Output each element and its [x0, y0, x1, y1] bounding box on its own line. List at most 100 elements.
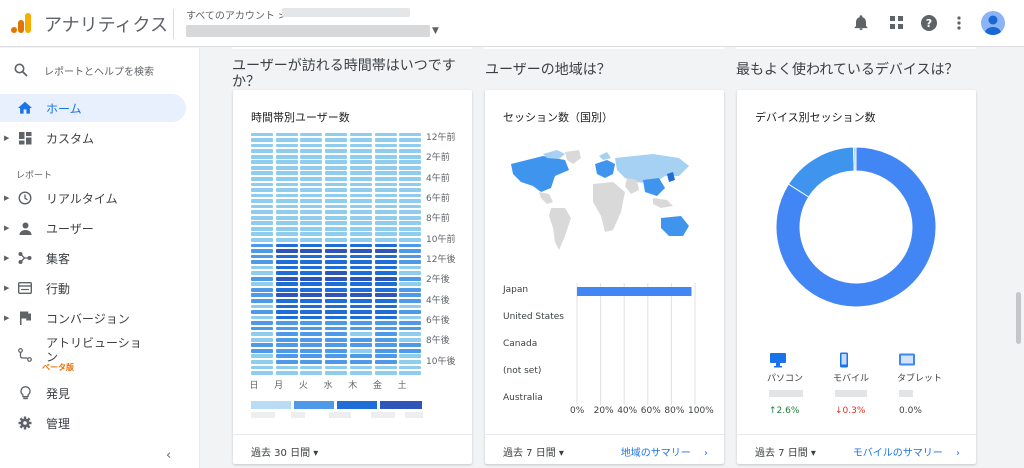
apps-grid-icon[interactable] [886, 12, 908, 34]
nav-behavior[interactable]: ▶ 行動 [0, 274, 186, 302]
search-input[interactable]: レポートとヘルプを検索 [0, 56, 200, 84]
account-avatar[interactable] [981, 11, 1005, 35]
collapse-sidebar-icon[interactable]: ‹ [166, 448, 171, 463]
heatmap-cell [325, 343, 348, 348]
account-selector-redacted[interactable] [186, 25, 430, 37]
heatmap-cell [275, 304, 298, 309]
chevron-down-icon[interactable]: ▼ [432, 26, 439, 36]
country-bar-chart [576, 283, 696, 405]
heatmap-cell [325, 176, 348, 181]
heatmap-cell [399, 221, 422, 226]
nav-discover[interactable]: 発見 [0, 379, 186, 407]
heatmap-cell [275, 132, 298, 137]
analytics-logo[interactable] [10, 12, 32, 34]
heatmap-cell [349, 265, 372, 270]
heatmap-cell [374, 160, 397, 165]
nav-users-label: ユーザー [46, 221, 94, 236]
date-range-dropdown[interactable]: 過去 7 日間 ▾ [503, 444, 564, 459]
nav-custom-label: カスタム [46, 131, 95, 146]
help-icon[interactable]: ? [918, 12, 940, 34]
heatmap-cell [300, 160, 323, 165]
nav-realtime[interactable]: ▶ リアルタイム [0, 184, 186, 212]
heatmap-cell [374, 282, 397, 287]
heatmap-cell [300, 271, 323, 275]
heatmap-cell [325, 337, 348, 342]
heatmap-cell [399, 310, 422, 314]
x-axis-tick: 100% [688, 406, 714, 416]
heatmap-cell [325, 326, 348, 331]
heatmap-cell [325, 365, 348, 370]
nav-home[interactable]: ホーム [0, 94, 186, 122]
heatmap-cell [399, 215, 422, 220]
heatmap-cell [251, 271, 273, 275]
heatmap-cell [399, 171, 422, 176]
page-scrollbar[interactable] [1016, 292, 1021, 344]
heatmap-cell [325, 332, 348, 336]
heatmap-cell [300, 354, 323, 359]
heatmap-cell [275, 154, 298, 159]
heatmap-cell [300, 232, 323, 237]
chevron-down-icon: ▾ [558, 448, 564, 459]
search-placeholder: レポートとヘルプを検索 [44, 66, 154, 78]
heatmap-cell [349, 249, 372, 253]
device-change-desktop: ↑2.6% [769, 406, 800, 416]
heatmap-cell [399, 343, 422, 348]
heatmap-cell [374, 232, 397, 237]
heatmap-cell [275, 359, 298, 364]
nav-home-label: ホーム [46, 101, 82, 116]
more-vert-icon[interactable] [948, 12, 970, 34]
heatmap-cell [251, 171, 273, 176]
heatmap-cell [300, 371, 323, 375]
heatmap-cell [374, 237, 397, 242]
heatmap-cell [275, 176, 298, 181]
heatmap-cell [325, 265, 348, 270]
heatmap-cell [349, 171, 372, 176]
heatmap-cell [251, 149, 273, 153]
heatmap-cell [300, 143, 323, 148]
geo-summary-link-label: 地域のサマリー [620, 448, 691, 459]
date-range-label: 過去 7 日間 [755, 448, 808, 459]
heatmap-cell [374, 199, 397, 203]
heatmap-cell [349, 199, 372, 203]
heatmap-cell [251, 143, 273, 148]
country-bar [577, 287, 692, 296]
heatmap-cell [374, 215, 397, 220]
heatmap-cell [275, 193, 298, 198]
device-label-tablet: タブレット [897, 374, 943, 384]
nav-conversions-label: コンバージョン [46, 311, 130, 326]
heatmap-cell [251, 287, 273, 292]
heatmap-cell [325, 171, 348, 176]
nav-custom[interactable]: ▶ カスタム [0, 124, 186, 152]
date-range-dropdown[interactable]: 過去 7 日間 ▾ [755, 444, 816, 459]
heatmap-cell [374, 304, 397, 309]
heatmap-cell [251, 154, 273, 159]
date-range-label: 過去 7 日間 [503, 448, 556, 459]
nav-conversions[interactable]: ▶ コンバージョン [0, 304, 186, 332]
bell-icon[interactable] [850, 12, 872, 34]
dashboard-icon [16, 129, 34, 147]
svg-text:?: ? [926, 17, 932, 30]
nav-attribution[interactable]: アトリビューショ ン [0, 336, 186, 372]
nav-users[interactable]: ▶ ユーザー [0, 214, 186, 242]
heatmap-cell [300, 310, 323, 314]
heatmap-cell [275, 138, 298, 142]
card-footer: 過去 7 日間 ▾ モバイルのサマリー › [737, 434, 976, 464]
heatmap-cell [374, 332, 397, 336]
heatmap-cell [325, 182, 348, 187]
nav-acquisition[interactable]: ▶ 集客 [0, 244, 186, 272]
geo-summary-link[interactable]: 地域のサマリー › [621, 444, 708, 459]
behavior-icon [16, 279, 34, 297]
nav-admin[interactable]: 管理 [0, 409, 186, 437]
heatmap-cell [300, 260, 323, 264]
legend-label-redacted [329, 412, 351, 418]
date-range-label: 過去 30 日間 [251, 448, 311, 459]
mobile-summary-link[interactable]: モバイルのサマリー › [853, 444, 960, 459]
heatmap-cell [349, 243, 372, 248]
heatmap-cell [325, 271, 348, 275]
heatmap-cell [349, 260, 372, 264]
date-range-dropdown[interactable]: 過去 30 日間 ▾ [251, 444, 318, 459]
heatmap-cell [300, 210, 323, 214]
account-breadcrumb[interactable]: すべてのアカウント > [186, 7, 286, 22]
heatmap-cell [251, 326, 273, 331]
heatmap-cell [349, 193, 372, 198]
